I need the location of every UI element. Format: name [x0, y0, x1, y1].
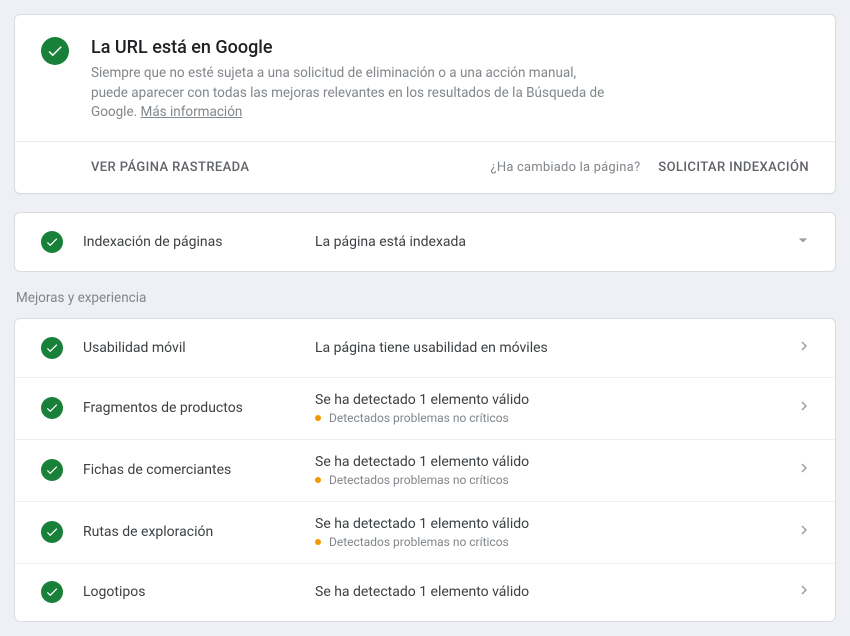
enhancement-row[interactable]: Usabilidad móvilLa página tiene usabilid… — [15, 319, 835, 377]
check-icon — [41, 231, 63, 253]
enhancement-row[interactable]: LogotiposSe ha detectado 1 elemento váli… — [15, 563, 835, 621]
enhancement-sub: Detectados problemas no críticos — [315, 473, 795, 487]
chevron-right-icon — [795, 581, 813, 603]
request-indexing-button[interactable]: SOLICITAR INDEXACIÓN — [658, 160, 809, 175]
enhancement-label: Rutas de exploración — [83, 524, 315, 540]
enhancement-label: Fichas de comerciantes — [83, 462, 315, 478]
check-icon — [41, 459, 63, 481]
chevron-right-icon — [795, 521, 813, 543]
enhancement-label: Logotipos — [83, 584, 315, 600]
warning-dot-icon — [315, 415, 321, 421]
enhancement-status-text: Se ha detectado 1 elemento válido — [315, 584, 795, 600]
enhancement-status: Se ha detectado 1 elemento válido Detecta… — [315, 454, 795, 487]
enhancement-sub-text: Detectados problemas no críticos — [329, 535, 509, 549]
enhancement-status: Se ha detectado 1 elemento válido Detecta… — [315, 516, 795, 549]
view-crawled-page-button[interactable]: VER PÁGINA RASTREADA — [91, 160, 249, 175]
enhancement-status-text: La página tiene usabilidad en móviles — [315, 340, 795, 356]
enhancement-status-text: Se ha detectado 1 elemento válido — [315, 516, 795, 532]
status-card: La URL está en Google Siempre que no est… — [14, 14, 836, 194]
enhancement-row[interactable]: Fichas de comerciantesSe ha detectado 1 … — [15, 439, 835, 501]
chevron-right-icon — [795, 337, 813, 359]
page-changed-question: ¿Ha cambiado la página? — [491, 160, 641, 175]
enhancement-sub: Detectados problemas no críticos — [315, 411, 795, 425]
enhancement-label: Usabilidad móvil — [83, 340, 315, 356]
enhancement-sub: Detectados problemas no críticos — [315, 535, 795, 549]
enhancement-status-text: Se ha detectado 1 elemento válido — [315, 454, 795, 470]
warning-dot-icon — [315, 477, 321, 483]
check-icon — [41, 397, 63, 419]
enhancements-list: Usabilidad móvilLa página tiene usabilid… — [14, 318, 836, 622]
enhancement-row[interactable]: Rutas de exploraciónSe ha detectado 1 el… — [15, 501, 835, 563]
enhancement-row[interactable]: Fragmentos de productosSe ha detectado 1… — [15, 377, 835, 439]
status-hero: La URL está en Google Siempre que no est… — [15, 15, 835, 141]
enhancement-sub-text: Detectados problemas no críticos — [329, 473, 509, 487]
check-icon — [41, 37, 69, 65]
check-icon — [41, 337, 63, 359]
indexing-row[interactable]: Indexación de páginas La página está ind… — [15, 213, 835, 271]
warning-dot-icon — [315, 539, 321, 545]
section-title: Mejoras y experiencia — [16, 290, 834, 306]
indexing-status: La página está indexada — [315, 234, 793, 250]
indexing-label: Indexación de páginas — [83, 234, 315, 250]
enhancement-status: La página tiene usabilidad en móviles — [315, 340, 795, 356]
status-title: La URL está en Google — [91, 37, 809, 58]
chevron-right-icon — [795, 397, 813, 419]
status-description: Siempre que no esté sujeta a una solicit… — [91, 64, 611, 123]
enhancement-sub-text: Detectados problemas no críticos — [329, 411, 509, 425]
enhancement-label: Fragmentos de productos — [83, 400, 315, 416]
chevron-down-icon — [793, 230, 813, 254]
enhancement-status-text: Se ha detectado 1 elemento válido — [315, 392, 795, 408]
check-icon — [41, 521, 63, 543]
more-info-link[interactable]: Más información — [141, 104, 243, 120]
enhancement-status: Se ha detectado 1 elemento válido — [315, 584, 795, 600]
indexing-card: Indexación de páginas La página está ind… — [14, 212, 836, 272]
status-actions: VER PÁGINA RASTREADA ¿Ha cambiado la pág… — [15, 141, 835, 193]
check-icon — [41, 581, 63, 603]
enhancement-status: Se ha detectado 1 elemento válido Detecta… — [315, 392, 795, 425]
chevron-right-icon — [795, 459, 813, 481]
